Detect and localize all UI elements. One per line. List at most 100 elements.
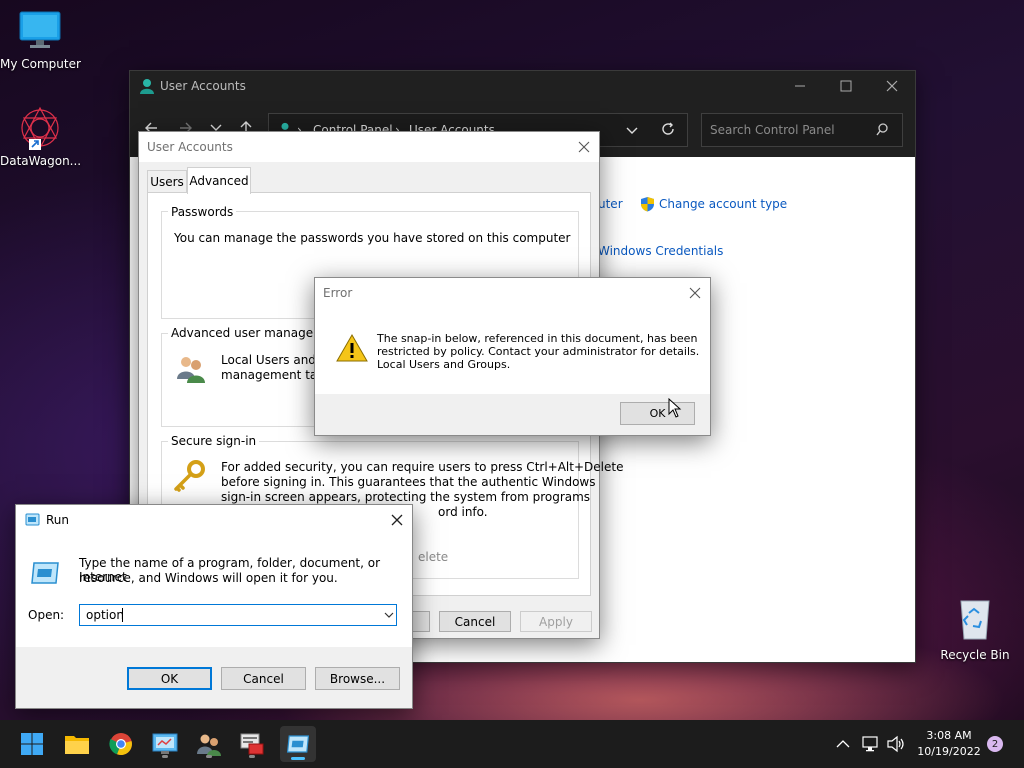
apply-button[interactable]: Apply	[520, 611, 592, 632]
dialog-titlebar: Error	[315, 278, 710, 308]
dialog-title: Error	[323, 286, 353, 300]
secure-signin-text-2: before signing in. This guarantees that …	[221, 475, 596, 489]
error-message-2: restricted by policy. Contact your admin…	[377, 345, 700, 358]
close-icon[interactable]	[390, 513, 404, 527]
chevron-up-icon[interactable]	[836, 739, 850, 749]
secure-signin-text-4: ord info.	[438, 505, 488, 519]
datawagon-logo-icon	[21, 106, 59, 150]
tab-users[interactable]: Users	[147, 170, 187, 193]
close-button[interactable]	[869, 71, 915, 101]
search-box[interactable]: Search Control Panel	[701, 113, 903, 147]
close-icon[interactable]	[688, 286, 702, 300]
run-dialog: Run Type the name of a program, folder, …	[15, 504, 413, 709]
chevron-down-icon[interactable]	[626, 126, 638, 136]
desktop-icon-label: Recycle Bin	[940, 648, 1010, 662]
shield-icon	[641, 197, 654, 212]
taskbar-clock[interactable]: 3:08 AM 10/19/2022	[916, 728, 982, 760]
minimize-button[interactable]	[777, 71, 823, 101]
window-title: User Accounts	[160, 79, 246, 93]
run-ok-button[interactable]: OK	[127, 667, 212, 690]
cancel-label: Cancel	[243, 671, 284, 686]
run-program-icon	[31, 562, 59, 584]
dialog-titlebar: User Accounts	[139, 132, 599, 162]
browse-label: Browse...	[329, 671, 386, 686]
dialog-titlebar: Run	[16, 505, 412, 535]
taskbar-user-accounts[interactable]	[193, 728, 225, 760]
notification-badge[interactable]: 2	[987, 736, 1003, 752]
monitor-icon	[19, 11, 61, 48]
minimize-icon	[795, 85, 805, 87]
desktop-icon-label: DataWagon...	[0, 154, 82, 168]
dialog-title: User Accounts	[147, 140, 233, 154]
cancel-label: Cancel	[454, 614, 496, 629]
ok-button[interactable]: OK	[620, 402, 695, 425]
taskbar-toolbox-app[interactable]	[236, 728, 268, 760]
desktop-icon-recycle-bin[interactable]: Recycle Bin	[935, 597, 1015, 662]
passwords-description: You can manage the passwords you have st…	[174, 231, 571, 245]
taskbar-run[interactable]	[280, 726, 316, 762]
secure-signin-label: Secure sign-in	[168, 434, 260, 448]
users-group-icon	[177, 357, 205, 383]
toolbox-icon	[240, 733, 264, 755]
taskbar: 3:08 AM 10/19/2022 2	[0, 720, 1024, 768]
active-indicator	[291, 757, 305, 760]
desktop-icon-datawagon[interactable]: DataWagon...	[0, 105, 82, 168]
users-icon	[197, 734, 221, 756]
tab-advanced[interactable]: Advanced	[187, 167, 251, 194]
change-account-type-link[interactable]: Change account type	[659, 197, 787, 211]
recycle-bin-icon	[960, 600, 990, 640]
clock-time: 3:08 AM	[926, 729, 972, 742]
link-partial-computer[interactable]: uter	[598, 197, 623, 211]
running-indicator	[249, 755, 255, 758]
maximize-icon	[840, 80, 852, 92]
clock-date: 10/19/2022	[917, 745, 981, 758]
chevron-down-icon[interactable]	[384, 612, 394, 619]
run-icon	[25, 513, 40, 526]
start-button[interactable]	[16, 728, 48, 760]
taskbar-chrome[interactable]	[105, 728, 137, 760]
error-message-3: Local Users and Groups.	[377, 358, 511, 371]
run-description-2: resource, and Windows will open it for y…	[79, 571, 338, 585]
error-message-1: The snap-in below, referenced in this do…	[377, 332, 698, 345]
require-ctrl-alt-delete-checkbox-label[interactable]: elete	[418, 550, 448, 564]
running-indicator	[162, 755, 168, 758]
secure-signin-text-3: sign-in screen appears, protecting the s…	[221, 490, 591, 504]
folder-icon	[65, 736, 89, 754]
user-accounts-icon	[140, 79, 154, 94]
taskbar-control-panel[interactable]	[149, 728, 181, 760]
open-label: Open:	[28, 608, 65, 622]
mouse-cursor-icon	[668, 398, 682, 418]
window-titlebar: User Accounts	[130, 71, 915, 101]
search-placeholder: Search Control Panel	[710, 123, 835, 137]
close-icon	[886, 80, 898, 92]
desktop-icon-label: My Computer	[0, 57, 81, 71]
ok-label: OK	[649, 407, 666, 420]
tab-label: Advanced	[189, 174, 249, 188]
cancel-button[interactable]: Cancel	[439, 611, 511, 632]
desktop-icon-my-computer[interactable]: My Computer	[0, 10, 81, 71]
apply-label: Apply	[539, 614, 573, 629]
refresh-icon[interactable]	[661, 122, 675, 136]
volume-icon[interactable]	[886, 735, 906, 753]
text-caret	[122, 608, 123, 622]
warning-icon	[336, 333, 368, 362]
key-icon	[174, 460, 205, 492]
open-combobox[interactable]: option	[79, 604, 397, 626]
open-input[interactable]: option	[86, 608, 124, 622]
control-panel-icon	[152, 733, 178, 754]
close-icon[interactable]	[577, 140, 591, 154]
error-dialog: Error The snap-in below, referenced in t…	[314, 277, 711, 436]
maximize-button[interactable]	[823, 71, 869, 101]
run-browse-button[interactable]: Browse...	[315, 667, 400, 690]
taskbar-file-explorer[interactable]	[61, 728, 93, 760]
notification-count: 2	[991, 738, 999, 750]
run-icon	[286, 735, 310, 753]
secure-signin-text-1: For added security, you can require user…	[221, 460, 624, 474]
run-cancel-button[interactable]: Cancel	[221, 667, 306, 690]
network-icon[interactable]	[862, 735, 880, 753]
chrome-icon	[109, 733, 132, 756]
dialog-title: Run	[46, 513, 70, 527]
tab-label: Users	[150, 175, 184, 189]
windows-credentials-link[interactable]: Windows Credentials	[598, 244, 723, 258]
running-indicator	[206, 755, 212, 758]
